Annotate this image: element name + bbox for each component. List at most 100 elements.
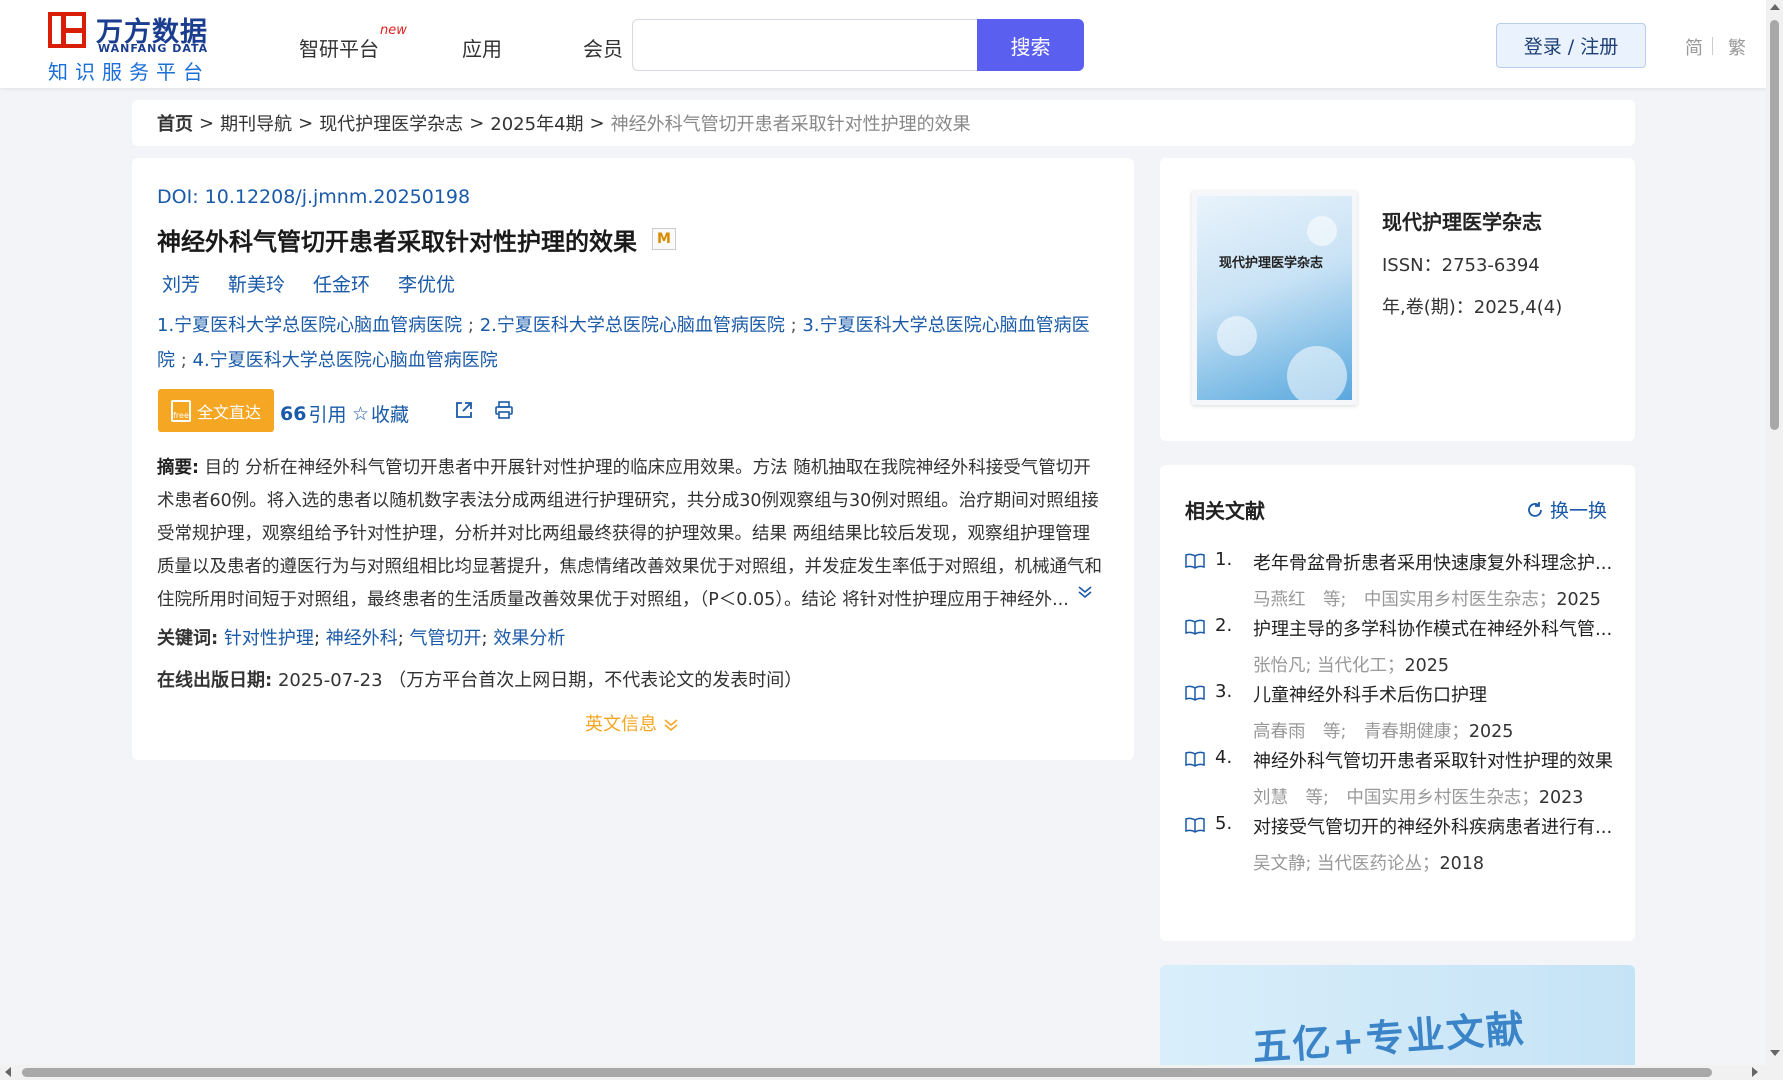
related-year: 2025 xyxy=(1404,656,1450,676)
cover-decoration xyxy=(1217,316,1257,356)
journal-card: 现代护理医学杂志 现代护理医学杂志 ISSN：2753-6394 年,卷(期)：… xyxy=(1160,158,1635,441)
related-meta: 高春雨 等; 青春期健康；2025 xyxy=(1253,718,1513,743)
book-icon xyxy=(1185,751,1205,767)
breadcrumb-current: 神经外科气管切开患者采取针对性护理的效果 xyxy=(610,114,971,135)
search-button[interactable]: 搜索 xyxy=(977,19,1084,71)
lang-simplified[interactable]: 简 xyxy=(1685,34,1703,60)
breadcrumb-issue[interactable]: 2025年4期 xyxy=(490,110,583,136)
cover-decoration xyxy=(1307,216,1337,246)
keywords-label: 关键词: xyxy=(157,628,219,649)
related-literature: 相关文献 换一换 1. 老年骨盆骨折患者采用快速康复外科理念护... 马燕红 等… xyxy=(1160,465,1635,941)
fulltext-label: 全文直达 xyxy=(196,402,261,422)
refresh-label: 换一换 xyxy=(1550,500,1608,522)
affiliation-link[interactable]: 1.宁夏医科大学总医院心脑血管病医院 xyxy=(157,315,462,336)
journal-issn: ISSN：2753-6394 xyxy=(1382,255,1540,276)
keyword-link[interactable]: 气管切开 xyxy=(410,628,482,649)
related-source: 吴文静; 当代医药论丛； xyxy=(1253,854,1440,874)
free-doc-icon: free xyxy=(170,399,191,422)
abstract: 摘要: 目的 分析在神经外科气管切开患者中开展针对性护理的临床应用效果。方法 随… xyxy=(157,452,1107,617)
doi-link[interactable]: 10.12208/j.jmnm.20250198 xyxy=(205,186,470,208)
nav-new-badge: new xyxy=(380,23,407,38)
related-num: 1. xyxy=(1215,549,1233,570)
book-icon xyxy=(1185,817,1205,833)
abstract-text: 目的 分析在神经外科气管切开患者中开展针对性护理的临床应用效果。方法 随机抽取在… xyxy=(157,458,1102,610)
breadcrumb-journal[interactable]: 现代护理医学杂志 xyxy=(319,110,463,136)
related-title-link[interactable]: 儿童神经外科手术后伤口护理 xyxy=(1253,681,1615,707)
affiliation-list: 1.宁夏医科大学总医院心脑血管病医院 ; 2.宁夏医科大学总医院心脑血管病医院 … xyxy=(157,308,1107,378)
banner-text: 五亿+专业文献 xyxy=(1251,1006,1528,1065)
related-num: 4. xyxy=(1215,747,1233,768)
search-input[interactable] xyxy=(632,19,977,71)
author-list: 刘芳 靳美玲 任金环 李优优 xyxy=(162,270,455,297)
related-source: 马燕红 等; 中国实用乡村医生杂志； xyxy=(1253,590,1557,610)
star-icon: ☆ xyxy=(352,402,370,425)
refresh-icon xyxy=(1528,501,1542,517)
english-info-label: 英文信息 xyxy=(585,714,657,735)
related-source: 张怡凡; 当代化工； xyxy=(1253,656,1405,676)
scroll-left-arrow-icon[interactable] xyxy=(5,1067,11,1077)
vertical-scroll-thumb[interactable] xyxy=(1770,20,1779,430)
vertical-scrollbar[interactable] xyxy=(1766,0,1783,1065)
journal-volume: 年,卷(期)：2025,4(4) xyxy=(1382,297,1563,318)
nav-zhiyan[interactable]: 智研平台 xyxy=(299,33,379,62)
scroll-up-arrow-icon[interactable] xyxy=(1770,4,1780,10)
horizontal-scrollbar[interactable] xyxy=(0,1065,1783,1080)
affiliation-separator: ; xyxy=(175,350,193,371)
breadcrumb-home[interactable]: 首页 xyxy=(157,110,193,136)
related-title-link[interactable]: 神经外科气管切开患者采取针对性护理的效果 xyxy=(1253,747,1615,773)
journal-cover[interactable]: 现代护理医学杂志 xyxy=(1192,191,1357,405)
refresh-button[interactable]: 换一换 xyxy=(1526,496,1607,523)
mendeley-icon[interactable]: M xyxy=(652,228,676,250)
doi-line: DOI: 10.12208/j.jmnm.20250198 xyxy=(157,186,470,208)
print-icon xyxy=(495,401,513,419)
related-title-link[interactable]: 护理主导的多学科协作模式在神经外科气管... xyxy=(1253,615,1615,641)
author-link[interactable]: 刘芳 xyxy=(162,270,200,297)
share-button[interactable] xyxy=(454,400,474,420)
wanfang-logo-icon xyxy=(48,12,86,48)
nav-apps[interactable]: 应用 xyxy=(462,33,502,62)
publish-date: 在线出版日期: 2025-07-23 （万方平台首次上网日期，不代表论文的发表时… xyxy=(157,666,802,692)
breadcrumb-journal-nav[interactable]: 期刊导航 xyxy=(220,110,292,136)
favorite-label: 收藏 xyxy=(371,404,410,426)
related-year: 2025 xyxy=(1556,590,1601,610)
cover-title: 现代护理医学杂志 xyxy=(1219,256,1324,271)
login-register-button[interactable]: 登录 / 注册 xyxy=(1496,23,1646,68)
author-link[interactable]: 靳美玲 xyxy=(228,270,285,297)
cite-button[interactable]: 66 引用 xyxy=(280,400,346,427)
logo-en-text: WANFANG DATA xyxy=(98,42,209,55)
logo-subtitle: 知识服务平台 xyxy=(48,60,210,84)
favorite-button[interactable]: ☆ 收藏 xyxy=(352,400,409,427)
scroll-down-arrow-icon[interactable] xyxy=(1770,1050,1780,1056)
breadcrumb-separator: > xyxy=(589,112,605,134)
keyword-link[interactable]: 针对性护理 xyxy=(224,628,314,649)
related-title-link[interactable]: 对接受气管切开的神经外科疾病患者进行有... xyxy=(1253,813,1615,839)
nav-member[interactable]: 会员 xyxy=(583,33,623,62)
promo-banner[interactable]: 五亿+专业文献 xyxy=(1160,965,1635,1065)
quote-icon: 66 xyxy=(280,402,307,425)
lang-traditional[interactable]: 繁 xyxy=(1728,34,1746,60)
english-info-toggle[interactable]: 英文信息 xyxy=(585,710,679,736)
horizontal-scroll-thumb[interactable] xyxy=(22,1068,1712,1077)
breadcrumb: 首页 > 期刊导航 > 现代护理医学杂志 > 2025年4期 > 神经外科气管切… xyxy=(132,100,1635,146)
affiliation-separator: ; xyxy=(784,315,803,336)
wanfang-logo[interactable]: 万方数据 WANFANG DATA 知识服务平台 xyxy=(48,10,218,84)
book-icon xyxy=(1185,619,1205,635)
article-title: 神经外科气管切开患者采取针对性护理的效果 xyxy=(157,228,637,256)
article-card: DOI: 10.12208/j.jmnm.20250198 神经外科气管切开患者… xyxy=(132,158,1134,760)
top-header: 万方数据 WANFANG DATA 知识服务平台 智研平台 new 应用 会员 … xyxy=(0,0,1766,88)
keyword-link[interactable]: 神经外科 xyxy=(326,628,398,649)
expand-abstract-icon[interactable] xyxy=(1077,584,1093,603)
related-title-link[interactable]: 老年骨盆骨折患者采用快速康复外科理念护... xyxy=(1253,549,1615,575)
scroll-right-arrow-icon[interactable] xyxy=(1752,1067,1758,1077)
fulltext-button[interactable]: free 全文直达 xyxy=(158,389,274,432)
author-link[interactable]: 李优优 xyxy=(398,270,455,297)
chevron-down-icon xyxy=(664,719,678,732)
affiliation-link[interactable]: 4.宁夏医科大学总医院心脑血管病医院 xyxy=(193,350,498,371)
author-link[interactable]: 任金环 xyxy=(313,270,370,297)
affiliation-link[interactable]: 2.宁夏医科大学总医院心脑血管病医院 xyxy=(480,315,785,336)
print-button[interactable] xyxy=(494,400,514,420)
related-meta: 刘慧 等; 中国实用乡村医生杂志；2023 xyxy=(1253,784,1583,809)
related-source: 高春雨 等; 青春期健康； xyxy=(1253,722,1469,742)
journal-name[interactable]: 现代护理医学杂志 xyxy=(1382,206,1542,235)
keyword-link[interactable]: 效果分析 xyxy=(493,628,565,649)
